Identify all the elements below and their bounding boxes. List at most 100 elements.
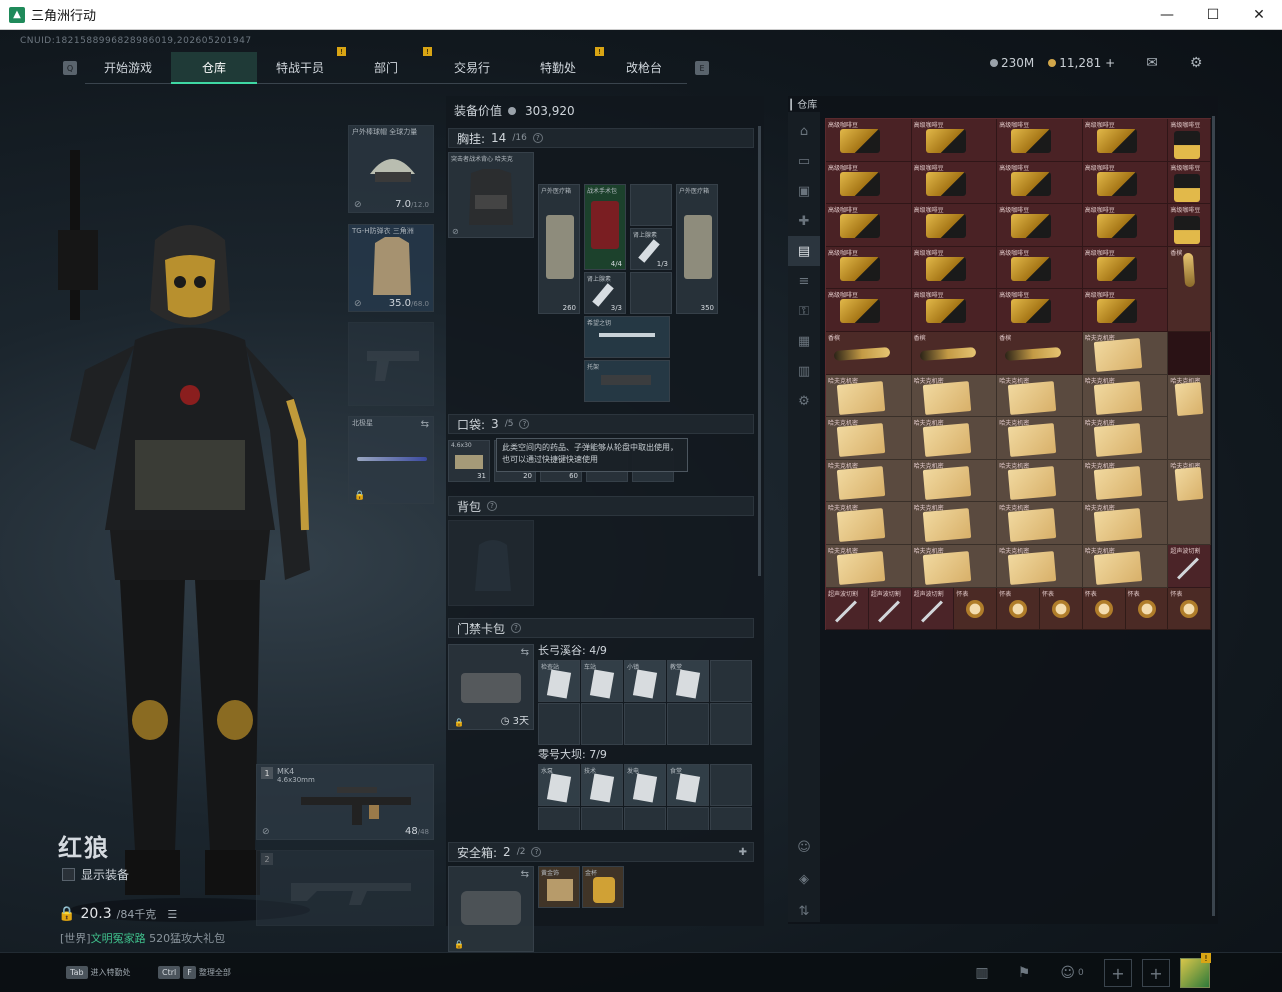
nav-tab[interactable]: 交易行 — [429, 52, 515, 84]
storage-item[interactable]: 哈夫克机密 — [997, 459, 1083, 503]
category-weapons-icon[interactable]: ▭ — [788, 146, 820, 176]
keycard-empty-slot[interactable] — [581, 703, 623, 745]
category-gear-icon[interactable]: ▣ — [788, 176, 820, 206]
invite-slot-1[interactable]: + — [1104, 959, 1132, 987]
category-sort-icon[interactable]: ⇅ — [788, 896, 820, 926]
panel-scrollbar[interactable] — [758, 126, 761, 576]
storage-item[interactable]: 哈夫克机密 — [997, 502, 1083, 545]
storage-item[interactable]: 超声波切割 — [868, 587, 912, 631]
storage-item[interactable]: 高级咖啡豆 — [826, 246, 912, 290]
nav-tab[interactable]: 开始游戏 — [85, 52, 171, 84]
storage-item[interactable]: 哈夫克机密 — [1082, 331, 1169, 375]
storage-item[interactable]: 哈夫克机密 — [826, 544, 912, 588]
storage-item[interactable]: 哈夫克机密 — [997, 417, 1083, 460]
sort-all-shortcut[interactable]: Ctrl F 整理全部 — [158, 966, 231, 979]
safe-box-slot[interactable]: ⇆ 🔒 — [448, 866, 534, 952]
storage-item[interactable]: 高级咖啡豆 — [826, 204, 912, 247]
keycard-item[interactable]: 技术 — [581, 764, 623, 806]
storage-item[interactable]: 怀表 — [997, 587, 1040, 631]
storage-item[interactable]: 高级咖啡豆 — [911, 246, 998, 290]
keycard-item[interactable]: 检查站 — [538, 660, 580, 702]
syringe-item-1[interactable]: 肾上腺素 1/3 — [630, 228, 672, 270]
storage-item[interactable]: 哈夫克机密 — [1168, 459, 1212, 545]
storage-item[interactable]: 高级咖啡豆 — [997, 289, 1083, 332]
storage-item[interactable]: 哈夫克机密 — [911, 502, 998, 545]
storage-item[interactable]: 高级咖啡豆 — [1082, 246, 1169, 290]
storage-item[interactable]: 高级咖啡豆 — [911, 161, 998, 205]
storage-item[interactable]: 超声波切割 — [826, 587, 869, 631]
keycard-empty-slot[interactable] — [538, 807, 580, 830]
storage-item[interactable]: 高级咖啡豆 — [997, 246, 1083, 290]
storage-item[interactable]: 哈夫克机密 — [1082, 417, 1169, 460]
helmet-slot[interactable]: 户外棒球帽 全球力量 ⊘ 7.0/12.0 — [348, 125, 434, 213]
storage-item[interactable]: 高级咖啡豆 — [911, 204, 998, 247]
syringe-item-2[interactable]: 肾上腺素 3/3 — [584, 272, 626, 314]
storage-item[interactable]: 哈夫克机密 — [826, 374, 912, 418]
keycard-empty-slot[interactable] — [710, 764, 752, 806]
backpack-help-icon[interactable]: ? — [487, 501, 498, 511]
player-avatar[interactable]: ! — [1180, 953, 1211, 988]
storage-item[interactable]: 哈夫克机密 — [1082, 374, 1169, 418]
keycard-empty-slot[interactable] — [581, 807, 623, 830]
storage-item[interactable]: 哈夫克机密 — [826, 502, 912, 545]
storage-item[interactable]: 哈夫克机密 — [826, 417, 912, 460]
storage-item[interactable]: 怀表 — [1039, 587, 1083, 631]
nav-prev-key-icon[interactable]: Q — [63, 61, 77, 75]
show-equipment-toggle[interactable]: 显示装备 — [62, 866, 129, 883]
storage-item[interactable]: 高级咖啡豆 — [1082, 161, 1169, 205]
safe-item-2[interactable]: 金杯 — [582, 866, 624, 908]
chest-rig-item[interactable]: 突击者战术背心 哈夫克 ⊘ — [448, 152, 534, 238]
nav-next-key-icon[interactable]: E — [695, 61, 709, 75]
storage-item[interactable]: 香槟 — [997, 331, 1083, 375]
storage-item[interactable]: 哈夫克机密 — [1168, 374, 1212, 460]
flag-icon[interactable]: ⚑ — [1008, 958, 1040, 988]
nav-tab[interactable]: 特战干员! — [257, 47, 346, 84]
melee-swap-icon[interactable]: ⇆ — [421, 419, 429, 430]
storage-item[interactable]: 哈夫克机密 — [911, 417, 998, 460]
keycard-empty-slot[interactable] — [667, 703, 709, 745]
melee-slot[interactable]: 北极星 ⇆ 🔒 — [348, 416, 434, 504]
chest-rig-help-icon[interactable]: ? — [532, 133, 543, 143]
storage-item[interactable]: 哈夫克机密 — [997, 374, 1083, 418]
pocket-help-icon[interactable]: ? — [519, 419, 530, 429]
storage-item[interactable]: 哈夫克机密 — [911, 374, 998, 418]
backpack-slot[interactable] — [448, 520, 534, 606]
keycard-item[interactable]: 教堂 — [667, 660, 709, 702]
storage-item[interactable]: 超声波切割 — [911, 587, 955, 631]
storage-item[interactable]: 怀表 — [1125, 587, 1169, 631]
storage-item[interactable]: 高级咖啡豆 — [997, 119, 1083, 162]
friends-button[interactable]: ☺ 0 — [1050, 958, 1094, 988]
keycard-empty-slot[interactable] — [710, 703, 752, 745]
storage-item[interactable]: 哈夫克机密 — [997, 544, 1083, 588]
empty-rig-cell[interactable] — [630, 272, 672, 314]
surgical-kit-item[interactable]: 战术手术包 4/4 — [584, 184, 626, 270]
category-parts-icon[interactable]: ▥ — [788, 356, 820, 386]
medkit-item-2[interactable]: 户外医疗箱 350 — [676, 184, 718, 314]
keycard-case-slot[interactable]: ⇆ 🔒 ◷ 3天 — [448, 644, 534, 730]
storage-item[interactable]: 高级咖啡豆 — [911, 119, 998, 162]
keycard-empty-slot[interactable] — [710, 807, 752, 830]
category-operator-icon[interactable]: ☺ — [788, 832, 820, 862]
maximize-button[interactable]: ☐ — [1190, 0, 1236, 30]
settings-gear-icon[interactable]: ⚙ — [1187, 55, 1205, 71]
storage-item[interactable]: 高级咖啡豆 — [1168, 119, 1212, 162]
keycard-empty-slot[interactable] — [624, 703, 666, 745]
keycard-item[interactable]: 发电 — [624, 764, 666, 806]
storage-item[interactable]: 高级咖啡豆 — [826, 161, 912, 205]
grip-item[interactable]: 托架 — [584, 360, 670, 402]
nav-tab[interactable]: 改枪台 — [601, 52, 687, 84]
add-ticket-button[interactable]: + — [1105, 56, 1115, 70]
storage-item[interactable]: 高级咖啡豆 — [997, 161, 1083, 205]
weight-list-icon[interactable]: ☰ — [167, 908, 177, 921]
keycard-item[interactable]: 食堂 — [667, 764, 709, 806]
chat-line[interactable]: [世界]文明冤家路 520猛攻大礼包 — [60, 930, 225, 946]
storage-item[interactable]: 哈夫克机密 — [911, 459, 998, 503]
nav-tab[interactable]: 仓库 — [171, 52, 257, 84]
keycard-empty-slot[interactable] — [624, 807, 666, 830]
storage-item[interactable]: 高级咖啡豆 — [826, 289, 912, 332]
storage-item[interactable]: 怀表 — [1082, 587, 1126, 631]
storage-item[interactable]: 高级咖啡豆 — [1168, 161, 1212, 205]
nav-tab[interactable]: 部门! — [343, 47, 432, 84]
nav-tab[interactable]: 特勤处! — [515, 47, 604, 84]
medkit-item-1[interactable]: 户外医疗箱 260 — [538, 184, 580, 314]
